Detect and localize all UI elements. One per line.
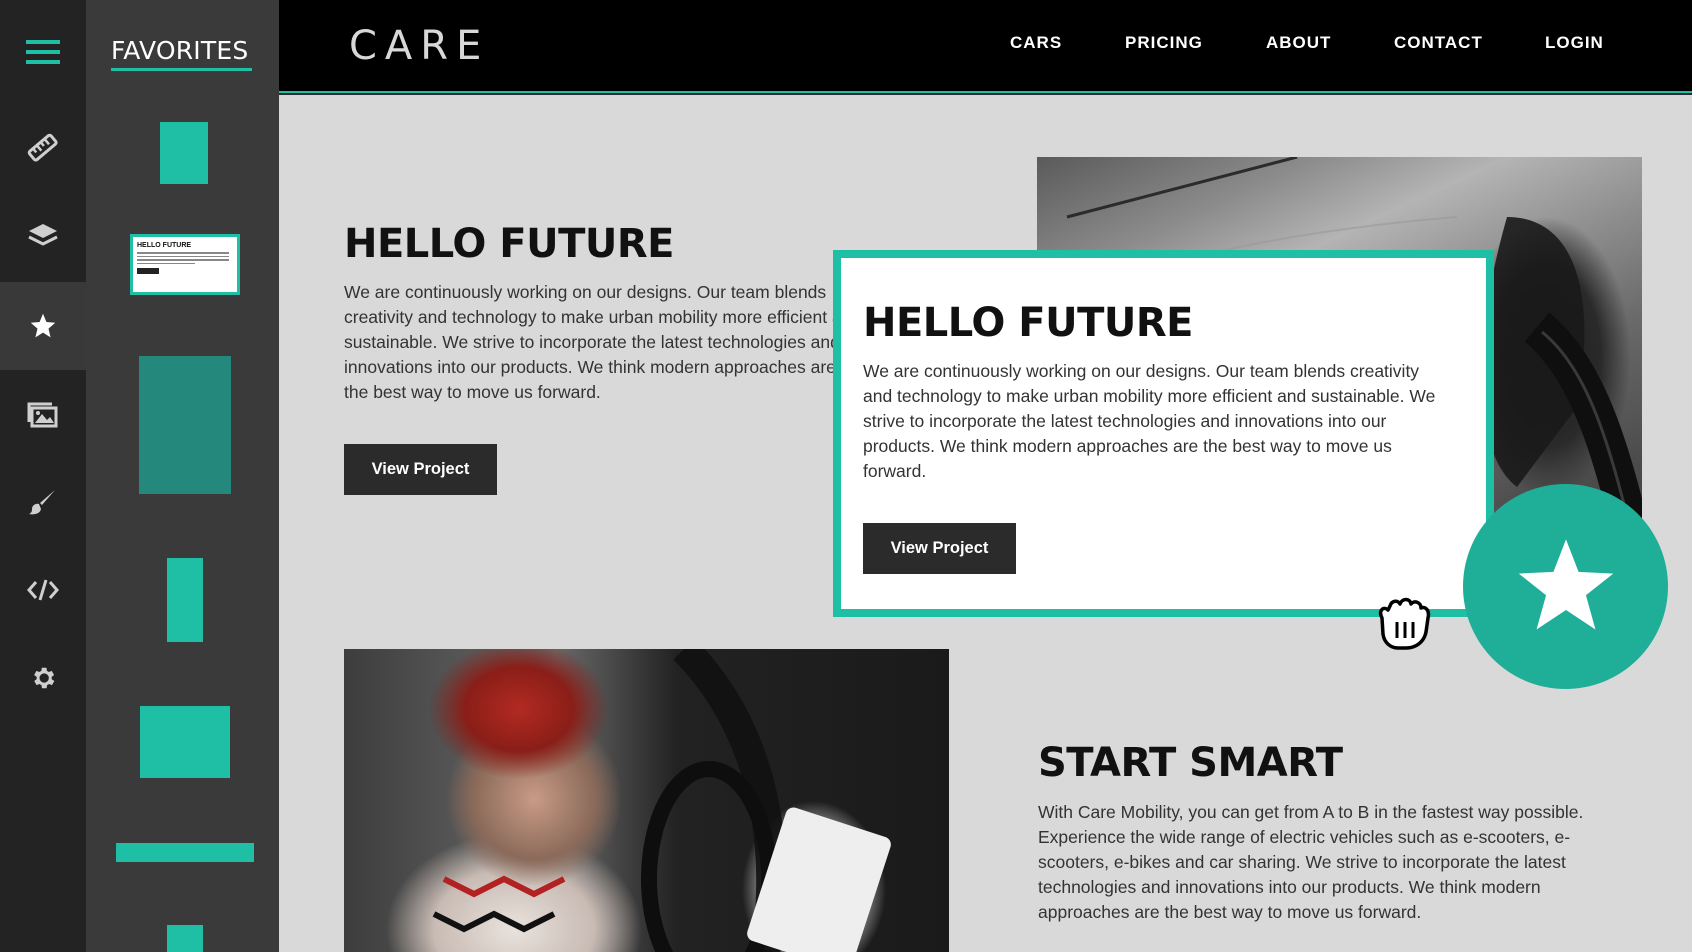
hello-future-heading: HELLO FUTURE [344,221,674,267]
start-smart-heading: START SMART [1038,740,1343,786]
drag-card-heading: HELLO FUTURE [863,300,1193,346]
gear-icon [34,667,55,689]
start-smart-text: With Care Mobility, you can get from A t… [1038,802,1584,922]
nav-cars[interactable]: CARS [1010,33,1062,53]
ruler-tool-button[interactable] [0,104,86,192]
favorite-item-tall-block[interactable] [139,356,231,494]
nav-login[interactable]: LOGIN [1545,33,1604,53]
nav-contact[interactable]: CONTACT [1394,33,1483,53]
nav-pricing[interactable]: PRICING [1125,33,1203,53]
thumbnail-button [137,268,159,274]
paint-brush-icon [29,490,55,515]
favorites-panel: FAVORITES HELLO FUTURE [86,0,279,952]
thumbnail-text-line [137,255,230,257]
woman-driving-photo [344,649,949,952]
hello-future-text: We are continuously working on our desig… [344,282,862,402]
hamburger-menu-icon [26,40,60,64]
favorite-item-divider[interactable] [116,843,254,862]
thumbnail-text-line [137,259,230,261]
favorite-item-square[interactable] [160,122,208,184]
thumbnail-title: HELLO FUTURE [137,242,192,249]
image-gallery-icon [27,402,58,428]
add-to-favorites-badge[interactable] [1463,484,1668,689]
settings-button[interactable] [0,634,86,722]
layers-icon [28,224,58,246]
favorites-title-underline [111,68,252,71]
favorite-item-column[interactable] [167,558,203,642]
tool-rail [0,0,86,952]
dragged-favorite-card[interactable]: HELLO FUTURE We are continuously working… [833,250,1494,617]
favorite-item-column-small[interactable] [167,925,203,952]
favorites-title: FAVORITES [111,36,249,65]
code-button[interactable] [0,546,86,634]
favorites-button[interactable] [0,282,86,370]
star-icon [1518,538,1613,629]
code-icon [27,579,59,601]
woman-driving-photo-detail [432,649,891,952]
logo-text: CARE [349,23,490,69]
favorite-item-hello-future-thumbnail[interactable]: HELLO FUTURE [130,234,240,295]
site-logo[interactable]: CARE [349,22,489,70]
thumbnail-text-line [137,262,195,264]
thumbnail-text-line [137,252,230,254]
drag-card-view-project-button[interactable]: View Project [863,523,1016,574]
view-project-button[interactable]: View Project [344,444,497,495]
drag-card-text: We are continuously working on our desig… [863,361,1436,481]
grab-cursor-icon [1370,588,1436,657]
site-header: CARE CARS PRICING ABOUT CONTACT LOGIN [279,0,1692,93]
menu-button[interactable] [0,8,86,96]
layers-button[interactable] [0,192,86,280]
nav-about[interactable]: ABOUT [1266,33,1331,53]
star-icon [30,313,56,338]
favorite-item-box[interactable] [140,706,230,778]
ruler-icon [27,133,58,162]
style-button[interactable] [0,458,86,546]
media-button[interactable] [0,370,86,458]
